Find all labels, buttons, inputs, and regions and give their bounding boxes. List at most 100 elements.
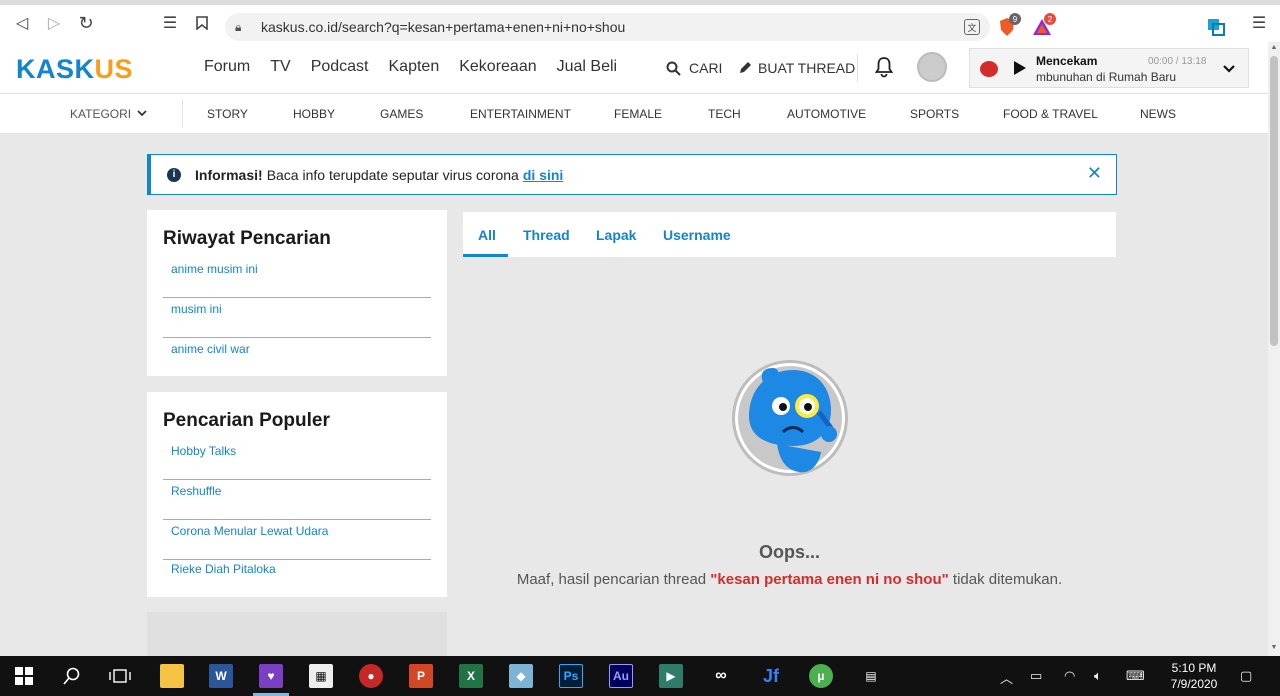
pencil-icon xyxy=(740,62,751,73)
close-icon[interactable]: ✕ xyxy=(1087,163,1102,184)
main-nav: Forum TV Podcast Kapten Kekoreaan Jual B… xyxy=(204,58,617,76)
audition-icon[interactable]: Au xyxy=(609,664,633,688)
calculator-icon[interactable]: ▦ xyxy=(309,664,333,688)
app-icon[interactable]: ◆ xyxy=(509,664,533,688)
popular-search-title: Pencarian Populer xyxy=(163,410,330,431)
nav-podcast[interactable]: Podcast xyxy=(311,58,369,76)
utorrent-icon[interactable]: µ xyxy=(809,664,833,688)
bell-icon[interactable] xyxy=(874,56,894,78)
category-female[interactable]: FEMALE xyxy=(614,107,662,121)
nav-tv[interactable]: TV xyxy=(270,58,290,76)
wifi-icon[interactable]: ◠ xyxy=(1064,668,1075,684)
kaskus-logo[interactable]: KASKUS xyxy=(16,54,133,85)
nav-forum[interactable]: Forum xyxy=(204,58,250,76)
scroll-down-icon[interactable]: ▼ xyxy=(1268,644,1280,651)
tab-lapak[interactable]: Lapak xyxy=(596,227,636,243)
brave-rewards-icon[interactable]: 2 xyxy=(1031,13,1056,38)
media-player-icon[interactable]: ● xyxy=(359,664,383,688)
chevron-up-icon[interactable]: ︿ xyxy=(1000,668,1013,687)
search-icon[interactable] xyxy=(60,664,84,688)
shield-count-badge: 9 xyxy=(1009,13,1021,25)
file-explorer-icon[interactable] xyxy=(160,664,184,688)
info-banner: i Informasi! Baca info terupdate seputar… xyxy=(147,154,1117,195)
back-icon[interactable]: ◁ xyxy=(6,7,38,39)
category-tech[interactable]: TECH xyxy=(708,107,741,121)
not-found-mascot-icon xyxy=(729,356,851,480)
active-tab-indicator xyxy=(463,254,508,257)
category-food-travel[interactable]: FOOD & TRAVEL xyxy=(1003,107,1098,121)
nav-kapten[interactable]: Kapten xyxy=(389,58,440,76)
reader-mode-icon[interactable]: ☰ xyxy=(154,7,186,39)
tab-all[interactable]: All xyxy=(478,227,496,243)
search-keyword: "kesan pertama enen ni no shou" xyxy=(710,571,949,588)
translate-icon[interactable]: 文 xyxy=(964,19,980,35)
url-text[interactable]: kaskus.co.id/search?q=kesan+pertama+enen… xyxy=(261,19,625,35)
nav-jual-beli[interactable]: Jual Beli xyxy=(557,58,617,76)
list-item[interactable]: Hobby Talks xyxy=(163,440,431,480)
jf-app-icon[interactable]: Jf xyxy=(759,664,783,688)
banner-link[interactable]: di sini xyxy=(523,167,563,183)
radio-icon xyxy=(980,61,998,77)
clock-date: 7/9/2020 xyxy=(1170,677,1218,691)
create-thread-button[interactable]: BUAT THREAD xyxy=(738,60,855,76)
system-clock[interactable]: 5:10 PM 7/9/2020 xyxy=(1164,660,1224,692)
category-hobby[interactable]: HOBBY xyxy=(293,107,335,121)
tab-username[interactable]: Username xyxy=(663,227,731,243)
scroll-up-icon[interactable]: ▲ xyxy=(1268,44,1280,51)
notification-icon[interactable]: ▢ xyxy=(1240,668,1252,684)
creative-cloud-icon[interactable]: ∞ xyxy=(709,664,733,688)
photoshop-icon[interactable]: Ps xyxy=(559,664,583,688)
brave-browser-icon[interactable]: ♥ xyxy=(259,664,283,688)
chevron-down-icon[interactable] xyxy=(1222,61,1236,77)
player-time: 00:00 / 13:18 xyxy=(1148,56,1207,67)
play-icon[interactable] xyxy=(1014,61,1026,75)
windows-start-icon[interactable] xyxy=(12,664,36,688)
search-history-title: Riwayat Pencarian xyxy=(163,228,331,249)
category-bar: KATEGORI STORY HOBBY GAMES ENTERTAINMENT… xyxy=(0,94,1268,134)
keyboard-icon[interactable]: ⌨ xyxy=(1126,668,1145,684)
site-header: KASKUS Forum TV Podcast Kapten Kekoreaan… xyxy=(0,42,1268,94)
search-button[interactable]: CARI xyxy=(666,60,722,76)
list-item[interactable]: musim ini xyxy=(163,298,431,338)
category-entertainment[interactable]: ENTERTAINMENT xyxy=(470,107,571,121)
list-item[interactable]: Rieke Diah Pitaloka xyxy=(163,560,431,600)
word-icon[interactable]: W xyxy=(209,664,233,688)
extension-icon[interactable] xyxy=(1205,16,1227,38)
page-scrollbar[interactable]: ▲ ▼ xyxy=(1268,42,1280,656)
category-games[interactable]: GAMES xyxy=(380,107,423,121)
excel-icon[interactable]: X xyxy=(459,664,483,688)
create-thread-label: BUAT THREAD xyxy=(758,60,856,76)
category-dropdown[interactable]: KATEGORI xyxy=(70,107,147,121)
address-bar[interactable]: 🔒︎ kaskus.co.id/search?q=kesan+pertama+e… xyxy=(225,13,990,41)
volume-icon[interactable]: 🔈︎ xyxy=(1094,668,1102,684)
scrollbar-thumb[interactable] xyxy=(1270,56,1278,346)
reload-icon[interactable]: ↻ xyxy=(70,7,102,39)
list-item[interactable]: anime civil war xyxy=(163,338,431,378)
browser-toolbar: ◁ ▷ ↻ ☰ 🔒︎ kaskus.co.id/search?q=kesan+p… xyxy=(0,0,1280,42)
bookmark-icon[interactable] xyxy=(186,7,218,39)
powerpoint-icon[interactable]: P xyxy=(409,664,433,688)
filmora-icon[interactable]: ▶ xyxy=(659,664,683,688)
list-item[interactable]: anime musim ini xyxy=(163,258,431,298)
no-result-message: Maaf, hasil pencarian thread "kesan pert… xyxy=(516,571,1063,588)
browser-menu-icon[interactable]: ☰ xyxy=(1243,7,1275,39)
tab-thread[interactable]: Thread xyxy=(523,227,570,243)
calendar-app-icon[interactable]: ▤ xyxy=(859,664,883,688)
category-sports[interactable]: SPORTS xyxy=(910,107,959,121)
nav-kekoreaan[interactable]: Kekoreaan xyxy=(459,58,536,76)
popular-search-card: Pencarian Populer Hobby Talks Reshuffle … xyxy=(147,392,447,597)
info-icon: i xyxy=(167,167,181,182)
brave-shield-icon[interactable]: 9 xyxy=(996,13,1021,38)
windows-taskbar: W ♥ ▦ ● P X ◆ Ps Au ▶ ∞ Jf µ ▤ ︿ ▭ ◠ 🔈︎ … xyxy=(0,656,1280,696)
list-item[interactable]: Reshuffle xyxy=(163,480,431,520)
category-automotive[interactable]: AUTOMOTIVE xyxy=(787,107,866,121)
task-view-icon[interactable] xyxy=(108,664,132,688)
category-news[interactable]: NEWS xyxy=(1140,107,1176,121)
search-icon xyxy=(666,61,681,76)
list-item[interactable]: Corona Menular Lewat Udara xyxy=(163,520,431,560)
banner-text: Baca info terupdate seputar virus corona xyxy=(266,166,519,183)
forward-icon[interactable]: ▷ xyxy=(38,7,70,39)
category-story[interactable]: STORY xyxy=(207,107,248,121)
avatar[interactable] xyxy=(917,52,947,82)
battery-icon[interactable]: ▭ xyxy=(1030,668,1042,684)
